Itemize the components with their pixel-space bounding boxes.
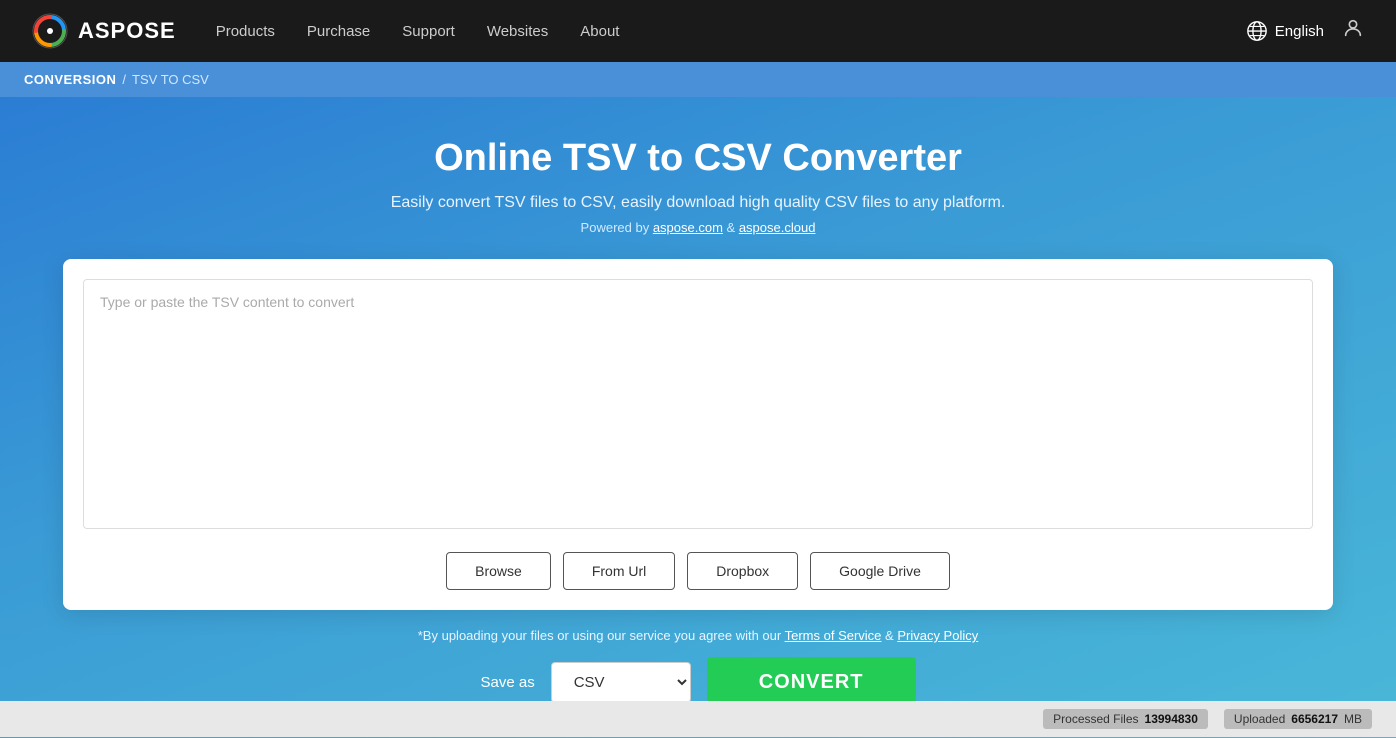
nav-links: Products Purchase Support Websites About	[216, 23, 620, 40]
nav-item-purchase[interactable]: Purchase	[307, 23, 370, 40]
logo-text: ASPOSE	[78, 18, 176, 44]
nav-item-websites[interactable]: Websites	[487, 23, 548, 40]
nav-item-support[interactable]: Support	[402, 23, 455, 40]
browse-button[interactable]: Browse	[446, 552, 551, 590]
breadcrumb-conversion-link[interactable]: CONVERSION	[24, 72, 116, 87]
processed-files-value: 13994830	[1145, 712, 1198, 726]
navbar-left: ASPOSE Products Purchase Support Website…	[32, 13, 619, 49]
tsv-input[interactable]	[83, 279, 1313, 529]
breadcrumb-current: TSV TO CSV	[132, 72, 209, 87]
breadcrumb: CONVERSION / TSV TO CSV	[0, 62, 1396, 97]
from-url-button[interactable]: From Url	[563, 552, 675, 590]
footer-bar: Processed Files 13994830 Uploaded 665621…	[0, 701, 1396, 737]
uploaded-unit: MB	[1344, 712, 1362, 726]
nav-item-about[interactable]: About	[580, 23, 619, 40]
page-subtitle: Easily convert TSV files to CSV, easily …	[391, 194, 1006, 212]
navbar-right: English	[1246, 17, 1364, 45]
breadcrumb-separator: /	[122, 72, 126, 87]
page-title: Online TSV to CSV Converter	[434, 137, 962, 180]
privacy-policy-link[interactable]: Privacy Policy	[897, 628, 978, 643]
powered-by-prefix: Powered by	[581, 220, 653, 235]
navbar: ASPOSE Products Purchase Support Website…	[0, 0, 1396, 62]
powered-by-amp: &	[723, 220, 739, 235]
language-label: English	[1275, 23, 1324, 40]
powered-by: Powered by aspose.com & aspose.cloud	[581, 220, 816, 235]
converter-card: Browse From Url Dropbox Google Drive	[63, 259, 1333, 610]
dropbox-button[interactable]: Dropbox	[687, 552, 798, 590]
format-select[interactable]: CSV XLS XLSX ODS TSV JSON XML	[551, 662, 691, 703]
save-as-label: Save as	[481, 674, 535, 691]
uploaded-stat: Uploaded 6656217 MB	[1224, 709, 1372, 729]
terms-of-service-link[interactable]: Terms of Service	[785, 628, 882, 643]
aspose-logo-icon	[32, 13, 68, 49]
terms-prefix: *By uploading your files or using our se…	[418, 628, 785, 643]
logo-link[interactable]: ASPOSE	[32, 13, 176, 49]
processed-files-stat: Processed Files 13994830	[1043, 709, 1208, 729]
uploaded-value: 6656217	[1291, 712, 1338, 726]
globe-icon	[1246, 20, 1268, 42]
terms-amp: &	[881, 628, 897, 643]
processed-files-label: Processed Files	[1053, 712, 1138, 726]
language-selector[interactable]: English	[1246, 20, 1324, 42]
aspose-cloud-link[interactable]: aspose.cloud	[739, 220, 816, 235]
google-drive-button[interactable]: Google Drive	[810, 552, 950, 590]
user-icon[interactable]	[1342, 17, 1364, 45]
uploaded-label: Uploaded	[1234, 712, 1285, 726]
file-buttons: Browse From Url Dropbox Google Drive	[83, 552, 1313, 590]
user-svg-icon	[1342, 17, 1364, 39]
aspose-com-link[interactable]: aspose.com	[653, 220, 723, 235]
main-content: Online TSV to CSV Converter Easily conve…	[0, 97, 1396, 738]
nav-item-products[interactable]: Products	[216, 23, 275, 40]
terms-text: *By uploading your files or using our se…	[418, 628, 979, 643]
